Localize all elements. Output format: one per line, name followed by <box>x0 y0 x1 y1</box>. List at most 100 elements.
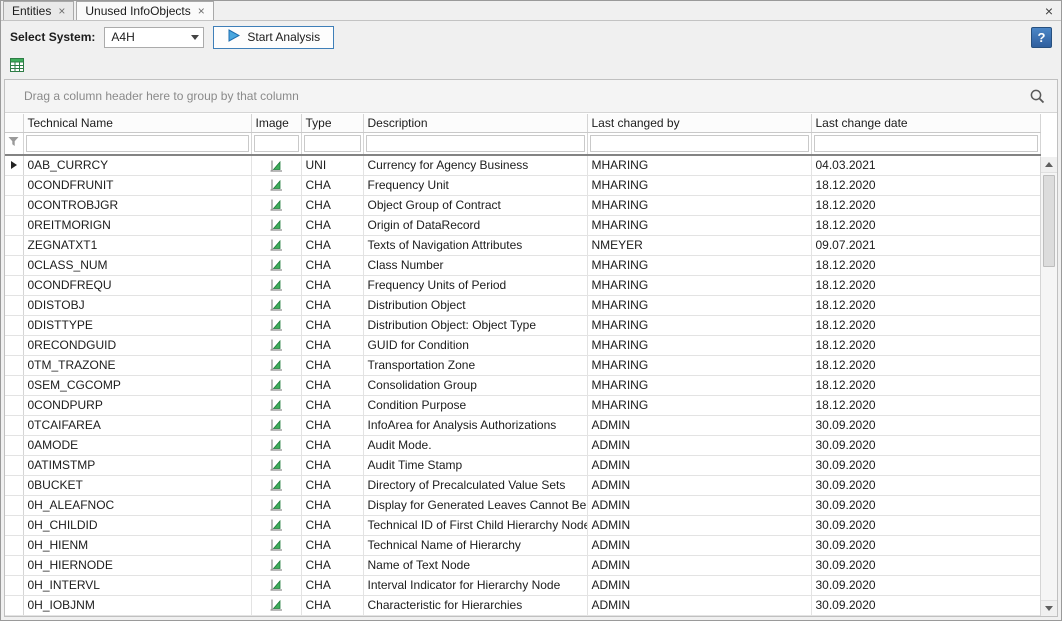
table-row[interactable]: 0AMODE CHA Audit Mode. ADMIN 30.09.2020 <box>5 435 1040 455</box>
cell-technical-name[interactable]: ZEGNATXT1 <box>23 235 251 255</box>
cell-technical-name[interactable]: 0REITMORIGN <box>23 215 251 235</box>
cell-technical-name[interactable]: 0CONDPURP <box>23 395 251 415</box>
cell-image[interactable] <box>251 475 301 495</box>
cell-last-changed-by[interactable]: ADMIN <box>587 495 811 515</box>
cell-technical-name[interactable]: 0H_CHILDID <box>23 515 251 535</box>
table-row[interactable]: 0REITMORIGN CHA Origin of DataRecord MHA… <box>5 215 1040 235</box>
cell-last-changed-by[interactable]: ADMIN <box>587 555 811 575</box>
cell-image[interactable] <box>251 295 301 315</box>
cell-image[interactable] <box>251 355 301 375</box>
table-row[interactable]: 0H_ALEAFNOC CHA Display for Generated Le… <box>5 495 1040 515</box>
filter-type[interactable] <box>304 135 361 152</box>
cell-description[interactable]: Consolidation Group <box>363 375 587 395</box>
cell-description[interactable]: Display for Generated Leaves Cannot Be C… <box>363 495 587 515</box>
cell-image[interactable] <box>251 375 301 395</box>
cell-type[interactable]: CHA <box>301 435 363 455</box>
cell-description[interactable]: Transportation Zone <box>363 355 587 375</box>
column-header-image[interactable]: Image <box>251 114 301 132</box>
cell-description[interactable]: GUID for Condition <box>363 335 587 355</box>
table-row[interactable]: 0CONTROBJGR CHA Object Group of Contract… <box>5 195 1040 215</box>
cell-last-changed-by[interactable]: MHARING <box>587 315 811 335</box>
cell-technical-name[interactable]: 0AMODE <box>23 435 251 455</box>
cell-last-changed-by[interactable]: MHARING <box>587 375 811 395</box>
table-row[interactable]: 0CONDPURP CHA Condition Purpose MHARING … <box>5 395 1040 415</box>
cell-technical-name[interactable]: 0DISTOBJ <box>23 295 251 315</box>
cell-type[interactable]: CHA <box>301 455 363 475</box>
cell-last-change-date[interactable]: 30.09.2020 <box>811 595 1040 615</box>
column-header-last-change-date[interactable]: Last change date <box>811 114 1040 132</box>
cell-image[interactable] <box>251 175 301 195</box>
cell-last-change-date[interactable]: 18.12.2020 <box>811 355 1040 375</box>
cell-type[interactable]: CHA <box>301 395 363 415</box>
table-row[interactable]: 0BUCKET CHA Directory of Precalculated V… <box>5 475 1040 495</box>
cell-description[interactable]: Interval Indicator for Hierarchy Node <box>363 575 587 595</box>
cell-image[interactable] <box>251 315 301 335</box>
filter-description[interactable] <box>366 135 585 152</box>
cell-description[interactable]: Frequency Units of Period <box>363 275 587 295</box>
cell-technical-name[interactable]: 0BUCKET <box>23 475 251 495</box>
cell-last-changed-by[interactable]: MHARING <box>587 395 811 415</box>
cell-type[interactable]: CHA <box>301 555 363 575</box>
cell-last-change-date[interactable]: 04.03.2021 <box>811 155 1040 175</box>
cell-technical-name[interactable]: 0H_ALEAFNOC <box>23 495 251 515</box>
cell-type[interactable]: CHA <box>301 475 363 495</box>
cell-last-change-date[interactable]: 18.12.2020 <box>811 255 1040 275</box>
table-row[interactable]: 0DISTTYPE CHA Distribution Object: Objec… <box>5 315 1040 335</box>
table-row[interactable]: 0CONDFREQU CHA Frequency Units of Period… <box>5 275 1040 295</box>
cell-type[interactable]: CHA <box>301 535 363 555</box>
cell-description[interactable]: Name of Text Node <box>363 555 587 575</box>
cell-image[interactable] <box>251 575 301 595</box>
export-excel-icon[interactable] <box>9 57 25 76</box>
cell-type[interactable]: CHA <box>301 255 363 275</box>
cell-last-changed-by[interactable]: ADMIN <box>587 535 811 555</box>
cell-image[interactable] <box>251 155 301 175</box>
cell-description[interactable]: Origin of DataRecord <box>363 215 587 235</box>
close-icon[interactable]: × <box>1037 4 1061 18</box>
cell-technical-name[interactable]: 0CLASS_NUM <box>23 255 251 275</box>
cell-description[interactable]: Characteristic for Hierarchies <box>363 595 587 615</box>
cell-last-changed-by[interactable]: MHARING <box>587 155 811 175</box>
cell-type[interactable]: CHA <box>301 215 363 235</box>
tab-entities[interactable]: Entities × <box>3 1 74 20</box>
cell-last-changed-by[interactable]: ADMIN <box>587 575 811 595</box>
cell-image[interactable] <box>251 275 301 295</box>
table-row[interactable]: 0H_IOBJNM CHA Characteristic for Hierarc… <box>5 595 1040 615</box>
scrollbar-track[interactable] <box>1041 267 1057 600</box>
table-row[interactable]: 0H_INTERVL CHA Interval Indicator for Hi… <box>5 575 1040 595</box>
cell-image[interactable] <box>251 395 301 415</box>
chevron-down-icon[interactable] <box>186 28 203 47</box>
cell-image[interactable] <box>251 235 301 255</box>
cell-technical-name[interactable]: 0TCAIFAREA <box>23 415 251 435</box>
cell-type[interactable]: CHA <box>301 295 363 315</box>
cell-last-changed-by[interactable]: ADMIN <box>587 435 811 455</box>
cell-description[interactable]: Audit Mode. <box>363 435 587 455</box>
cell-image[interactable] <box>251 335 301 355</box>
group-by-panel[interactable]: Drag a column header here to group by th… <box>5 80 1057 113</box>
scrollbar-thumb[interactable] <box>1043 175 1055 267</box>
cell-technical-name[interactable]: 0SEM_CGCOMP <box>23 375 251 395</box>
cell-last-changed-by[interactable]: MHARING <box>587 195 811 215</box>
cell-description[interactable]: Distribution Object <box>363 295 587 315</box>
table-row[interactable]: 0H_HIENM CHA Technical Name of Hierarchy… <box>5 535 1040 555</box>
cell-last-changed-by[interactable]: MHARING <box>587 215 811 235</box>
cell-description[interactable]: Texts of Navigation Attributes <box>363 235 587 255</box>
cell-image[interactable] <box>251 515 301 535</box>
cell-description[interactable]: InfoArea for Analysis Authorizations <box>363 415 587 435</box>
table-row[interactable]: 0H_HIERNODE CHA Name of Text Node ADMIN … <box>5 555 1040 575</box>
cell-technical-name[interactable]: 0CONDFREQU <box>23 275 251 295</box>
close-icon[interactable]: × <box>198 5 205 17</box>
column-header-description[interactable]: Description <box>363 114 587 132</box>
cell-last-change-date[interactable]: 30.09.2020 <box>811 455 1040 475</box>
cell-last-changed-by[interactable]: ADMIN <box>587 515 811 535</box>
cell-description[interactable]: Currency for Agency Business <box>363 155 587 175</box>
search-icon[interactable] <box>1029 88 1046 105</box>
cell-description[interactable]: Technical Name of Hierarchy <box>363 535 587 555</box>
cell-last-changed-by[interactable]: MHARING <box>587 295 811 315</box>
cell-last-change-date[interactable]: 30.09.2020 <box>811 515 1040 535</box>
cell-last-change-date[interactable]: 30.09.2020 <box>811 435 1040 455</box>
cell-last-change-date[interactable]: 18.12.2020 <box>811 395 1040 415</box>
cell-image[interactable] <box>251 495 301 515</box>
cell-type[interactable]: UNI <box>301 155 363 175</box>
scroll-up-icon[interactable] <box>1041 157 1057 173</box>
cell-image[interactable] <box>251 255 301 275</box>
